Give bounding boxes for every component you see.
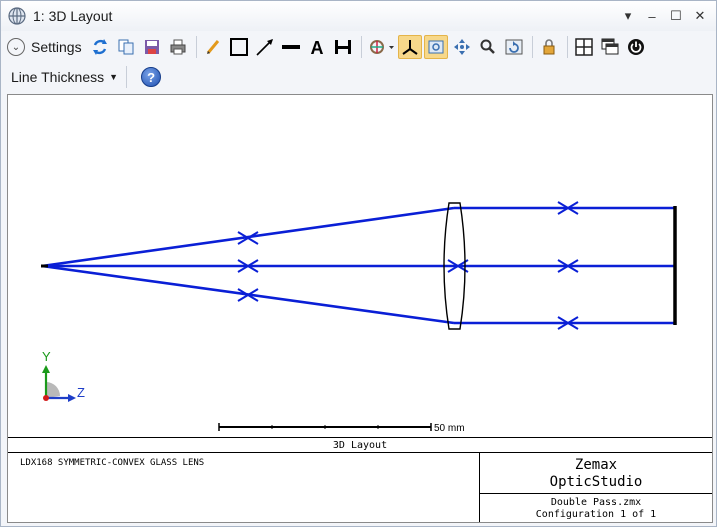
draw-text-button[interactable]: A: [305, 35, 329, 59]
close-button[interactable]: ✕: [690, 6, 710, 26]
chevron-down-icon: ⌄: [7, 38, 25, 56]
print-button[interactable]: [166, 35, 190, 59]
main-toolbar: ⌄ Settings A: [1, 32, 716, 62]
axis-triad: Y Z: [42, 349, 85, 402]
toolbar-separator: [531, 36, 533, 58]
configuration-text: Configuration 1 of 1: [535, 509, 657, 520]
text-icon: A: [310, 38, 323, 57]
rectangle-icon: [229, 38, 248, 56]
power-button[interactable]: [624, 35, 648, 59]
brand-line-1: Zemax: [574, 457, 618, 473]
draw-line-button[interactable]: [279, 35, 303, 59]
arrow-icon: [256, 39, 273, 56]
minimize-button[interactable]: ‒: [642, 6, 662, 26]
z-axis-label: Z: [77, 385, 85, 400]
save-button[interactable]: [140, 35, 164, 59]
axis-triad-disc: [46, 382, 60, 398]
help-icon[interactable]: ?: [141, 67, 162, 87]
brand-line-2: OpticStudio: [549, 474, 643, 490]
pencil-icon: [206, 40, 219, 54]
rotate-icon: [369, 40, 394, 54]
analysis-window: 1: 3D Layout ▾ ‒ ☐ ✕ ⌄ Settings A Line T…: [0, 0, 717, 527]
window-menu-button[interactable]: ▾: [618, 6, 638, 26]
refresh-button[interactable]: [88, 35, 112, 59]
draw-pencil-button[interactable]: [201, 35, 225, 59]
plot-caption-title: 3D Layout: [8, 437, 712, 453]
toolbar-separator: [360, 36, 362, 58]
line-thickness-dropdown[interactable]: Line Thickness ▼: [11, 69, 118, 85]
line-thickness-label: Line Thickness: [11, 69, 105, 85]
caret-down-icon: ▼: [109, 72, 119, 82]
save-icon: [144, 40, 159, 54]
power-icon: [627, 39, 644, 55]
refresh-icon: [92, 39, 107, 55]
layout-plot-area[interactable]: Y Z 50 mm 3D Layout LDX168 SYMMETRIC-CON…: [7, 94, 713, 523]
copy-icon: [118, 39, 134, 55]
toolbar-separator: [566, 36, 568, 58]
caption-info-box: Zemax OpticStudio Double Pass.zmx Config…: [479, 453, 712, 522]
title-bar[interactable]: 1: 3D Layout ▾ ‒ ☐ ✕: [1, 1, 716, 31]
new-window-button[interactable]: [572, 35, 596, 59]
brand-block: Zemax OpticStudio: [480, 453, 712, 494]
window-title: 1: 3D Layout: [33, 8, 113, 24]
toolbar-separator: [126, 66, 128, 88]
settings-button[interactable]: ⌄ Settings: [7, 38, 82, 56]
camera-icon: [428, 40, 444, 54]
reset-icon: [505, 39, 523, 55]
window-icon: [574, 38, 593, 56]
settings-label: Settings: [31, 39, 82, 55]
print-icon: [170, 39, 186, 55]
axis-view-button[interactable]: [397, 35, 422, 59]
y-axis-label: Y: [42, 349, 51, 364]
draw-dimension-button[interactable]: [331, 35, 355, 59]
file-name: Double Pass.zmx: [550, 497, 642, 508]
z-axis-arrowhead: [68, 394, 76, 402]
draw-arrow-button[interactable]: [253, 35, 277, 59]
cascade-windows-button[interactable]: [598, 35, 622, 59]
pan-icon: [453, 39, 470, 55]
lock-icon: [543, 39, 555, 55]
ray-bundle: [41, 206, 675, 325]
maximize-button[interactable]: ☐: [666, 6, 686, 26]
rotate-dropdown-button[interactable]: [366, 35, 396, 59]
draw-rectangle-button[interactable]: [227, 35, 251, 59]
dimension-icon: [334, 40, 351, 54]
window-app-icon: [8, 7, 26, 25]
copy-button[interactable]: [114, 35, 138, 59]
zoom-button[interactable]: [476, 35, 500, 59]
camera-view-button[interactable]: [423, 35, 448, 59]
lock-button[interactable]: [537, 35, 561, 59]
scale-bar-label: 50 mm: [434, 423, 465, 434]
pan-button[interactable]: [450, 35, 474, 59]
window-stack-icon: [601, 38, 619, 55]
scale-bar: [218, 423, 432, 431]
toolbar-separator: [195, 36, 197, 58]
origin-point: [43, 395, 49, 401]
secondary-toolbar: Line Thickness ▼ ?: [1, 63, 716, 91]
line-icon: [281, 45, 300, 49]
zoom-icon: [480, 39, 495, 54]
y-axis-arrowhead: [42, 365, 50, 373]
reset-view-button[interactable]: [502, 35, 526, 59]
file-info-block: Double Pass.zmx Configuration 1 of 1: [480, 495, 712, 521]
svg-text:A: A: [310, 38, 323, 57]
axis-icon: [402, 40, 418, 55]
lens-description: LDX168 SYMMETRIC-CONVEX GLASS LENS: [20, 458, 205, 468]
optical-layout-drawing: Y Z 50 mm: [41, 201, 677, 434]
